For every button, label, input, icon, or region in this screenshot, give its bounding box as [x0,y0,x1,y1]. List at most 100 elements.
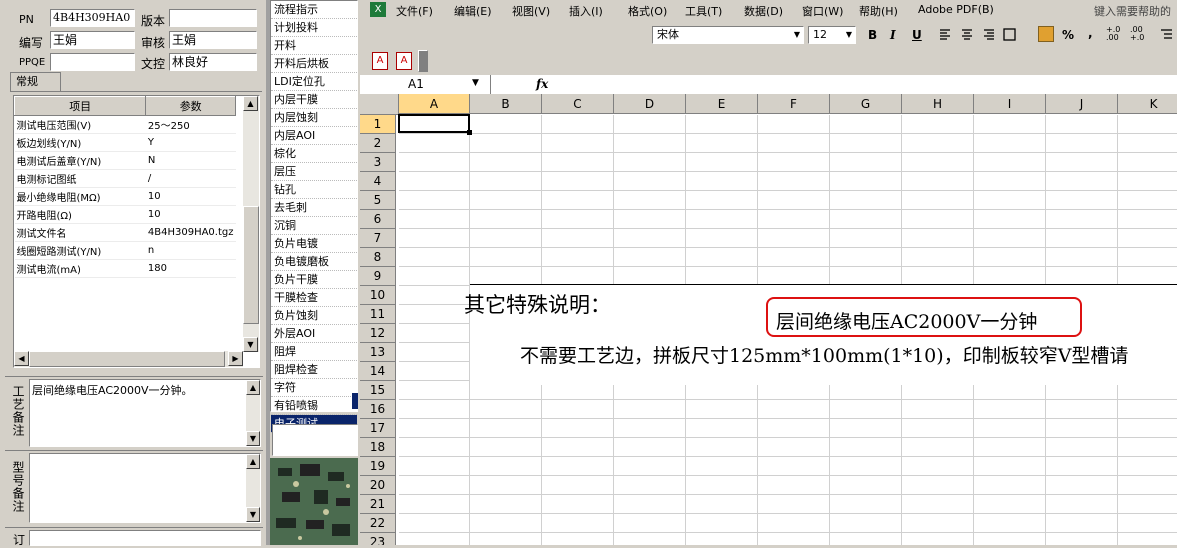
column-header[interactable]: B [470,94,542,114]
font-size-combobox[interactable]: 12 ▼ [808,26,856,44]
font-name-combobox[interactable]: 宋体 ▼ [652,26,804,44]
underline-button[interactable]: U [912,28,922,42]
row-header[interactable]: 16 [360,400,396,419]
params-hscroll-thumb[interactable] [29,351,225,367]
process-item[interactable]: 去毛刺 [271,199,357,217]
params-row[interactable]: 电测标记图纸 / [14,169,236,188]
fx-insert-function-icon[interactable]: fx [536,77,548,91]
excel-doc-icon[interactable]: X [370,2,386,17]
process-item[interactable]: 负片蚀刻 [271,307,357,325]
params-header-item[interactable]: 项目 [13,96,147,116]
row-header[interactable]: 3 [360,153,396,172]
chevron-down-icon[interactable]: ▼ [472,78,479,88]
menu-item[interactable]: 窗口(W) [802,3,843,19]
process-item[interactable]: 有铅喷锡 [271,397,357,415]
row-header[interactable]: 21 [360,495,396,514]
column-header[interactable]: J [1046,94,1118,114]
params-row[interactable]: 测试文件名 4B4H309HA0.tgz [14,223,236,242]
param-value[interactable]: Y [145,133,236,152]
column-header[interactable]: D [614,94,686,114]
process-item[interactable]: 计划投料 [271,19,357,37]
process-item[interactable]: 层压 [271,163,357,181]
italic-button[interactable]: I [890,28,896,42]
process-item[interactable]: 棕化 [271,145,357,163]
params-row[interactable]: 测试电流(mA) 180 [14,259,236,278]
currency-icon[interactable] [1038,26,1054,42]
increase-decimal-button[interactable]: +.0 .00 [1106,26,1120,42]
row-header[interactable]: 14 [360,362,396,381]
scroll-up-icon[interactable]: ▲ [246,380,260,395]
pn-field[interactable]: 4B4H309HA0 [50,9,135,27]
process-item[interactable]: 流程指示 [271,1,357,19]
order-notes-textarea[interactable] [29,530,261,546]
param-value[interactable]: 10 [145,187,236,206]
row-header[interactable]: 4 [360,172,396,191]
column-header[interactable]: G [830,94,902,114]
param-value[interactable]: 25～250 [145,115,236,134]
process-item[interactable]: LDI定位孔 [271,73,357,91]
row-header[interactable]: 7 [360,229,396,248]
row-header[interactable]: 8 [360,248,396,267]
param-value[interactable]: n [145,241,236,260]
row-header[interactable]: 20 [360,476,396,495]
decrease-decimal-button[interactable]: .00 +.0 [1130,26,1144,42]
column-header[interactable]: F [758,94,830,114]
param-value[interactable]: 180 [145,259,236,278]
row-header[interactable]: 10 [360,286,396,305]
scroll-right-icon[interactable]: ▶ [228,351,243,366]
row-header[interactable]: 19 [360,457,396,476]
row-header[interactable]: 15 [360,381,396,400]
process-item[interactable]: 内层蚀刻 [271,109,357,127]
comma-button[interactable]: , [1088,26,1093,40]
scroll-up-icon[interactable]: ▲ [246,454,260,469]
toolbar-options-icon[interactable] [418,50,428,72]
params-row[interactable]: 板边划线(Y/N) Y [14,133,236,152]
column-header[interactable]: A [399,94,470,114]
pdf-email-icon[interactable]: A [396,52,412,70]
reviewer-field[interactable]: 王娟 [169,31,257,49]
process-notes-textarea[interactable]: 层间绝缘电压AC2000V一分钟。 ▲ ▼ [29,379,261,447]
model-notes-textarea[interactable]: ▲ ▼ [29,453,261,523]
menu-item[interactable]: 工具(T) [685,3,722,19]
column-header[interactable]: H [902,94,974,114]
percent-button[interactable]: % [1062,28,1074,42]
param-value[interactable]: 4B4H309HA0.tgz [145,223,236,242]
tab-general[interactable]: 常规 [10,72,61,92]
params-row[interactable]: 电测试后盖章(Y/N) N [14,151,236,170]
process-item[interactable]: 干膜检查 [271,289,357,307]
model-notes-scrollbar[interactable]: ▲ ▼ [246,454,260,522]
row-header[interactable]: 6 [360,210,396,229]
menu-item[interactable]: 视图(V) [512,3,550,19]
column-header[interactable]: E [686,94,758,114]
params-vscrollbar[interactable]: ▲ ▼ [243,96,259,352]
chevron-down-icon[interactable]: ▼ [846,27,852,43]
process-notes-scrollbar[interactable]: ▲ ▼ [246,380,260,446]
process-item[interactable]: 开料后烘板 [271,55,357,73]
row-header[interactable]: 22 [360,514,396,533]
menu-item[interactable]: 帮助(H) [859,3,898,19]
params-hscrollbar[interactable]: ◀ ▶ [14,351,243,367]
row-header[interactable]: 2 [360,134,396,153]
process-item[interactable]: 外层AOI [271,325,357,343]
process-item[interactable]: 负电镀磨板 [271,253,357,271]
row-header[interactable]: 23 [360,533,396,545]
process-item[interactable]: 钻孔 [271,181,357,199]
menu-item[interactable]: 数据(D) [744,3,783,19]
column-header[interactable]: I [974,94,1046,114]
param-value[interactable]: 10 [145,205,236,224]
param-value[interactable]: / [145,169,236,188]
param-value[interactable]: N [145,151,236,170]
process-item[interactable]: 负片干膜 [271,271,357,289]
row-header[interactable]: 13 [360,343,396,362]
help-search-box[interactable]: 键入需要帮助的 [1094,3,1171,19]
process-item[interactable]: 内层干膜 [271,91,357,109]
params-row[interactable]: 最小绝缘电阻(MΩ) 10 [14,187,236,206]
row-header[interactable]: 9 [360,267,396,286]
menu-item[interactable]: 编辑(E) [454,3,492,19]
row-header[interactable]: 18 [360,438,396,457]
pdf-convert-icon[interactable]: A [372,52,388,70]
row-header[interactable]: 5 [360,191,396,210]
process-search-input[interactable] [272,424,358,456]
pasted-note-image[interactable]: 其它特殊说明： 层间绝缘电压AC2000V一分钟 不需要工艺边，拼板尺寸125m… [464,284,1177,385]
params-row[interactable]: 测试电压范围(V) 25～250 [14,115,236,134]
